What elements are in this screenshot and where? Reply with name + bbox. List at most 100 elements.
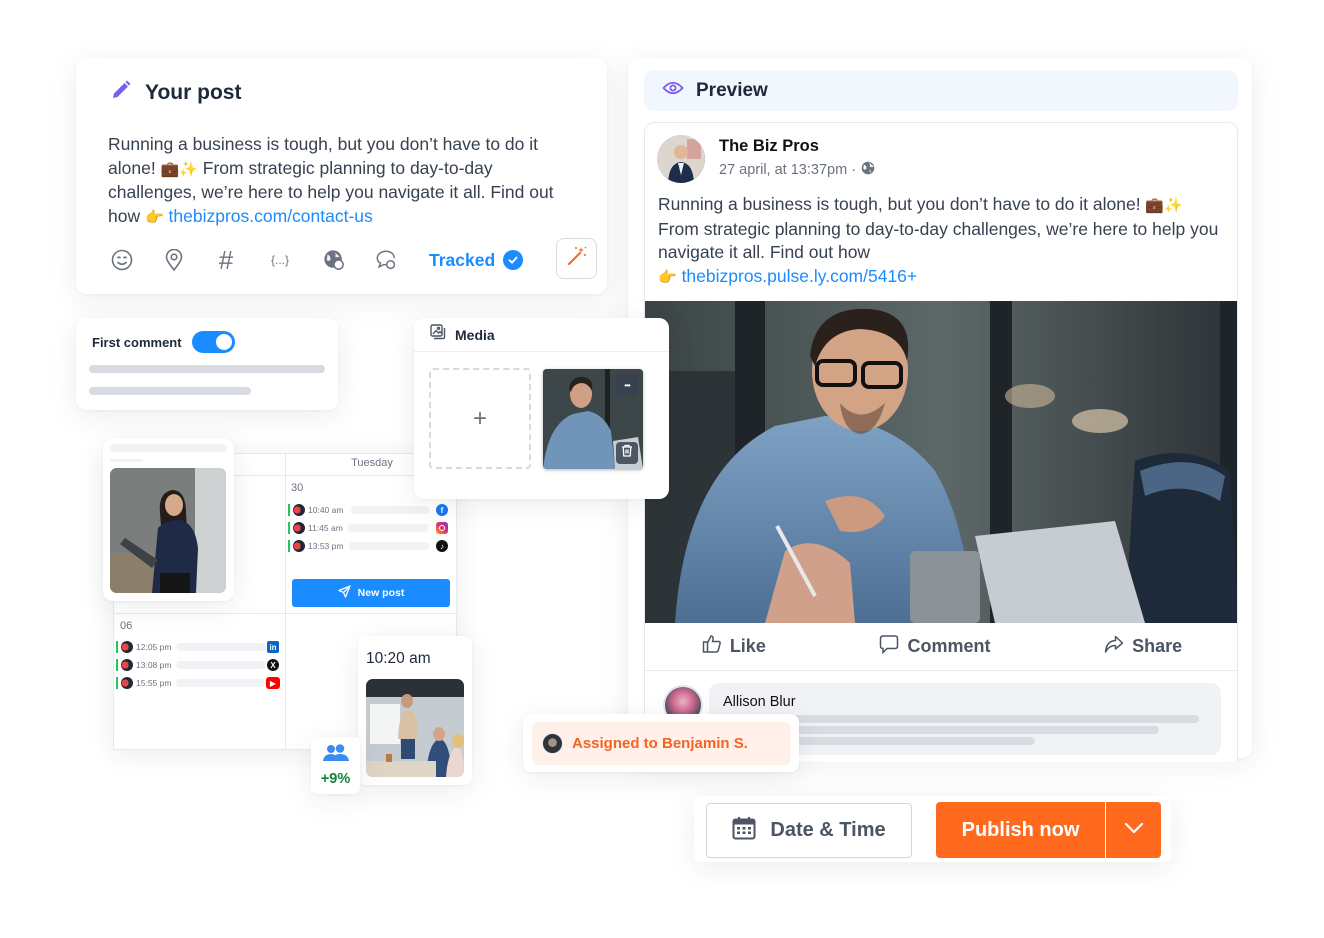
preview-header: Preview bbox=[644, 70, 1238, 111]
event-time: 11:45 am bbox=[308, 523, 343, 533]
first-comment-card: First comment bbox=[76, 318, 338, 410]
youtube-icon: ▶ bbox=[266, 677, 280, 689]
event-skeleton bbox=[351, 506, 429, 514]
comment-skeleton-line bbox=[89, 387, 251, 395]
gallery-icon bbox=[430, 324, 446, 345]
page-name: The Biz Pros bbox=[719, 137, 819, 155]
check-circle-icon bbox=[503, 250, 524, 270]
x-twitter-icon: X bbox=[267, 659, 279, 671]
account-avatar bbox=[121, 641, 133, 653]
preview-panel: Preview The Biz Pros 27 april, at 13:37p… bbox=[628, 58, 1252, 762]
publish-label: Publish now bbox=[961, 818, 1080, 841]
calendar-event[interactable]: 13:53 pm ♪ bbox=[288, 539, 448, 553]
calendar-event[interactable]: 11:45 am bbox=[288, 521, 448, 535]
post-body-part: Running a business is tough, but you don… bbox=[658, 194, 1146, 214]
like-button[interactable]: Like bbox=[702, 634, 766, 659]
preview-title: Preview bbox=[696, 79, 768, 101]
emoji-pointing-hand: 👉 bbox=[658, 268, 677, 286]
post-body: Running a business is tough, but you don… bbox=[658, 193, 1228, 289]
scheduled-post-card[interactable]: 10:20 am bbox=[358, 636, 472, 785]
share-label: Share bbox=[1132, 636, 1183, 656]
post-text-input[interactable]: Running a business is tough, but you don… bbox=[108, 133, 583, 229]
publish-now-button[interactable]: Publish now bbox=[936, 802, 1105, 858]
send-icon bbox=[338, 585, 351, 601]
hashtag-icon[interactable]: # bbox=[215, 245, 237, 275]
post-body-part: From strategic planning to day-to-day ch… bbox=[658, 218, 1219, 263]
post-link[interactable]: thebizpros.com/contact-us bbox=[169, 206, 373, 226]
first-comment-toggle[interactable] bbox=[192, 331, 235, 353]
assignment-badge[interactable]: Assigned to Benjamin S. bbox=[532, 722, 791, 765]
assignment-label: Assigned to Benjamin S. bbox=[572, 735, 748, 752]
comment-settings-icon[interactable] bbox=[375, 249, 397, 271]
calendar-divider bbox=[114, 613, 458, 614]
comment-button[interactable]: Comment bbox=[879, 634, 991, 659]
scheduled-time: 10:20 am bbox=[366, 650, 431, 667]
calendar-event[interactable]: 15:55 pm ▶ bbox=[116, 676, 280, 690]
post-image bbox=[366, 679, 464, 777]
status-bar bbox=[288, 522, 290, 534]
thumbs-up-icon bbox=[702, 634, 722, 659]
composer-title: Your post bbox=[145, 80, 242, 104]
facebook-post-preview: The Biz Pros 27 april, at 13:37pm · Runn… bbox=[644, 122, 1238, 762]
status-bar bbox=[288, 504, 290, 516]
share-button[interactable]: Share bbox=[1104, 634, 1182, 659]
calendar-event[interactable]: 12:05 pm in bbox=[116, 640, 279, 654]
post-preview-card[interactable] bbox=[103, 438, 234, 601]
emoji-pointing-hand: 👉 bbox=[144, 208, 164, 226]
event-time: 12:05 pm bbox=[136, 642, 172, 652]
event-time: 13:53 pm bbox=[308, 541, 344, 551]
tracked-toggle[interactable]: Tracked bbox=[429, 250, 524, 271]
facebook-icon: f bbox=[436, 504, 448, 516]
event-skeleton bbox=[349, 542, 429, 550]
new-post-button[interactable]: New post bbox=[292, 579, 450, 607]
publish-actions-bar: Date & Time Publish now bbox=[694, 796, 1171, 862]
calendar-event[interactable]: 10:40 am f bbox=[288, 503, 448, 517]
new-post-label: New post bbox=[357, 587, 405, 599]
emoji-briefcase-sparkles: 💼✨ bbox=[160, 160, 198, 178]
delete-media-button[interactable] bbox=[616, 442, 638, 464]
commenter-name: Allison Blur bbox=[723, 694, 796, 710]
media-card: Media + ••• bbox=[414, 318, 669, 499]
tiktok-icon: ♪ bbox=[436, 540, 448, 552]
magic-wand-icon bbox=[566, 245, 588, 272]
account-avatar bbox=[293, 504, 305, 516]
status-bar bbox=[288, 540, 290, 552]
toggle-knob bbox=[216, 334, 232, 350]
post-preview-link[interactable]: thebizpros.pulse.ly.com/5416+ bbox=[682, 266, 918, 286]
variables-icon[interactable]: {...} bbox=[267, 249, 293, 271]
ellipsis-icon: ••• bbox=[624, 380, 630, 390]
more-options-button[interactable]: ••• bbox=[616, 374, 638, 396]
linkedin-icon: in bbox=[267, 641, 279, 653]
ai-assist-button[interactable] bbox=[556, 238, 597, 279]
media-header: Media bbox=[414, 318, 669, 352]
plus-icon: + bbox=[472, 404, 487, 432]
event-skeleton bbox=[347, 524, 429, 532]
account-avatar bbox=[293, 540, 305, 552]
event-skeleton bbox=[176, 679, 266, 687]
comment-skeleton-line bbox=[771, 726, 1159, 734]
post-composer-card: Your post Running a business is tough, b… bbox=[76, 58, 607, 294]
calendar-date: 06 bbox=[120, 620, 133, 632]
globe-icon[interactable] bbox=[323, 249, 345, 271]
emoji-icon[interactable] bbox=[111, 249, 133, 271]
media-thumbnail[interactable]: ••• bbox=[543, 369, 643, 469]
event-skeleton bbox=[176, 643, 266, 651]
account-avatar bbox=[121, 677, 133, 689]
add-media-button[interactable]: + bbox=[429, 368, 531, 469]
skeleton-line bbox=[110, 444, 227, 452]
pencil-icon bbox=[111, 80, 131, 105]
like-label: Like bbox=[729, 636, 766, 656]
comment-skeleton-line bbox=[771, 715, 1199, 723]
post-image bbox=[645, 301, 1237, 623]
comment-skeleton-line bbox=[771, 737, 1035, 745]
status-bar bbox=[116, 677, 118, 689]
publish-options-dropdown[interactable] bbox=[1106, 802, 1161, 858]
page-avatar bbox=[657, 135, 705, 183]
assignee-avatar bbox=[542, 733, 563, 754]
skeleton-line bbox=[110, 459, 143, 462]
composer-toolbar: # {...} Tracked bbox=[111, 238, 597, 280]
date-time-button[interactable]: Date & Time bbox=[706, 803, 912, 858]
date-time-label: Date & Time bbox=[770, 819, 886, 841]
location-icon[interactable] bbox=[163, 249, 185, 271]
calendar-event[interactable]: 13:08 pm X bbox=[116, 658, 279, 672]
